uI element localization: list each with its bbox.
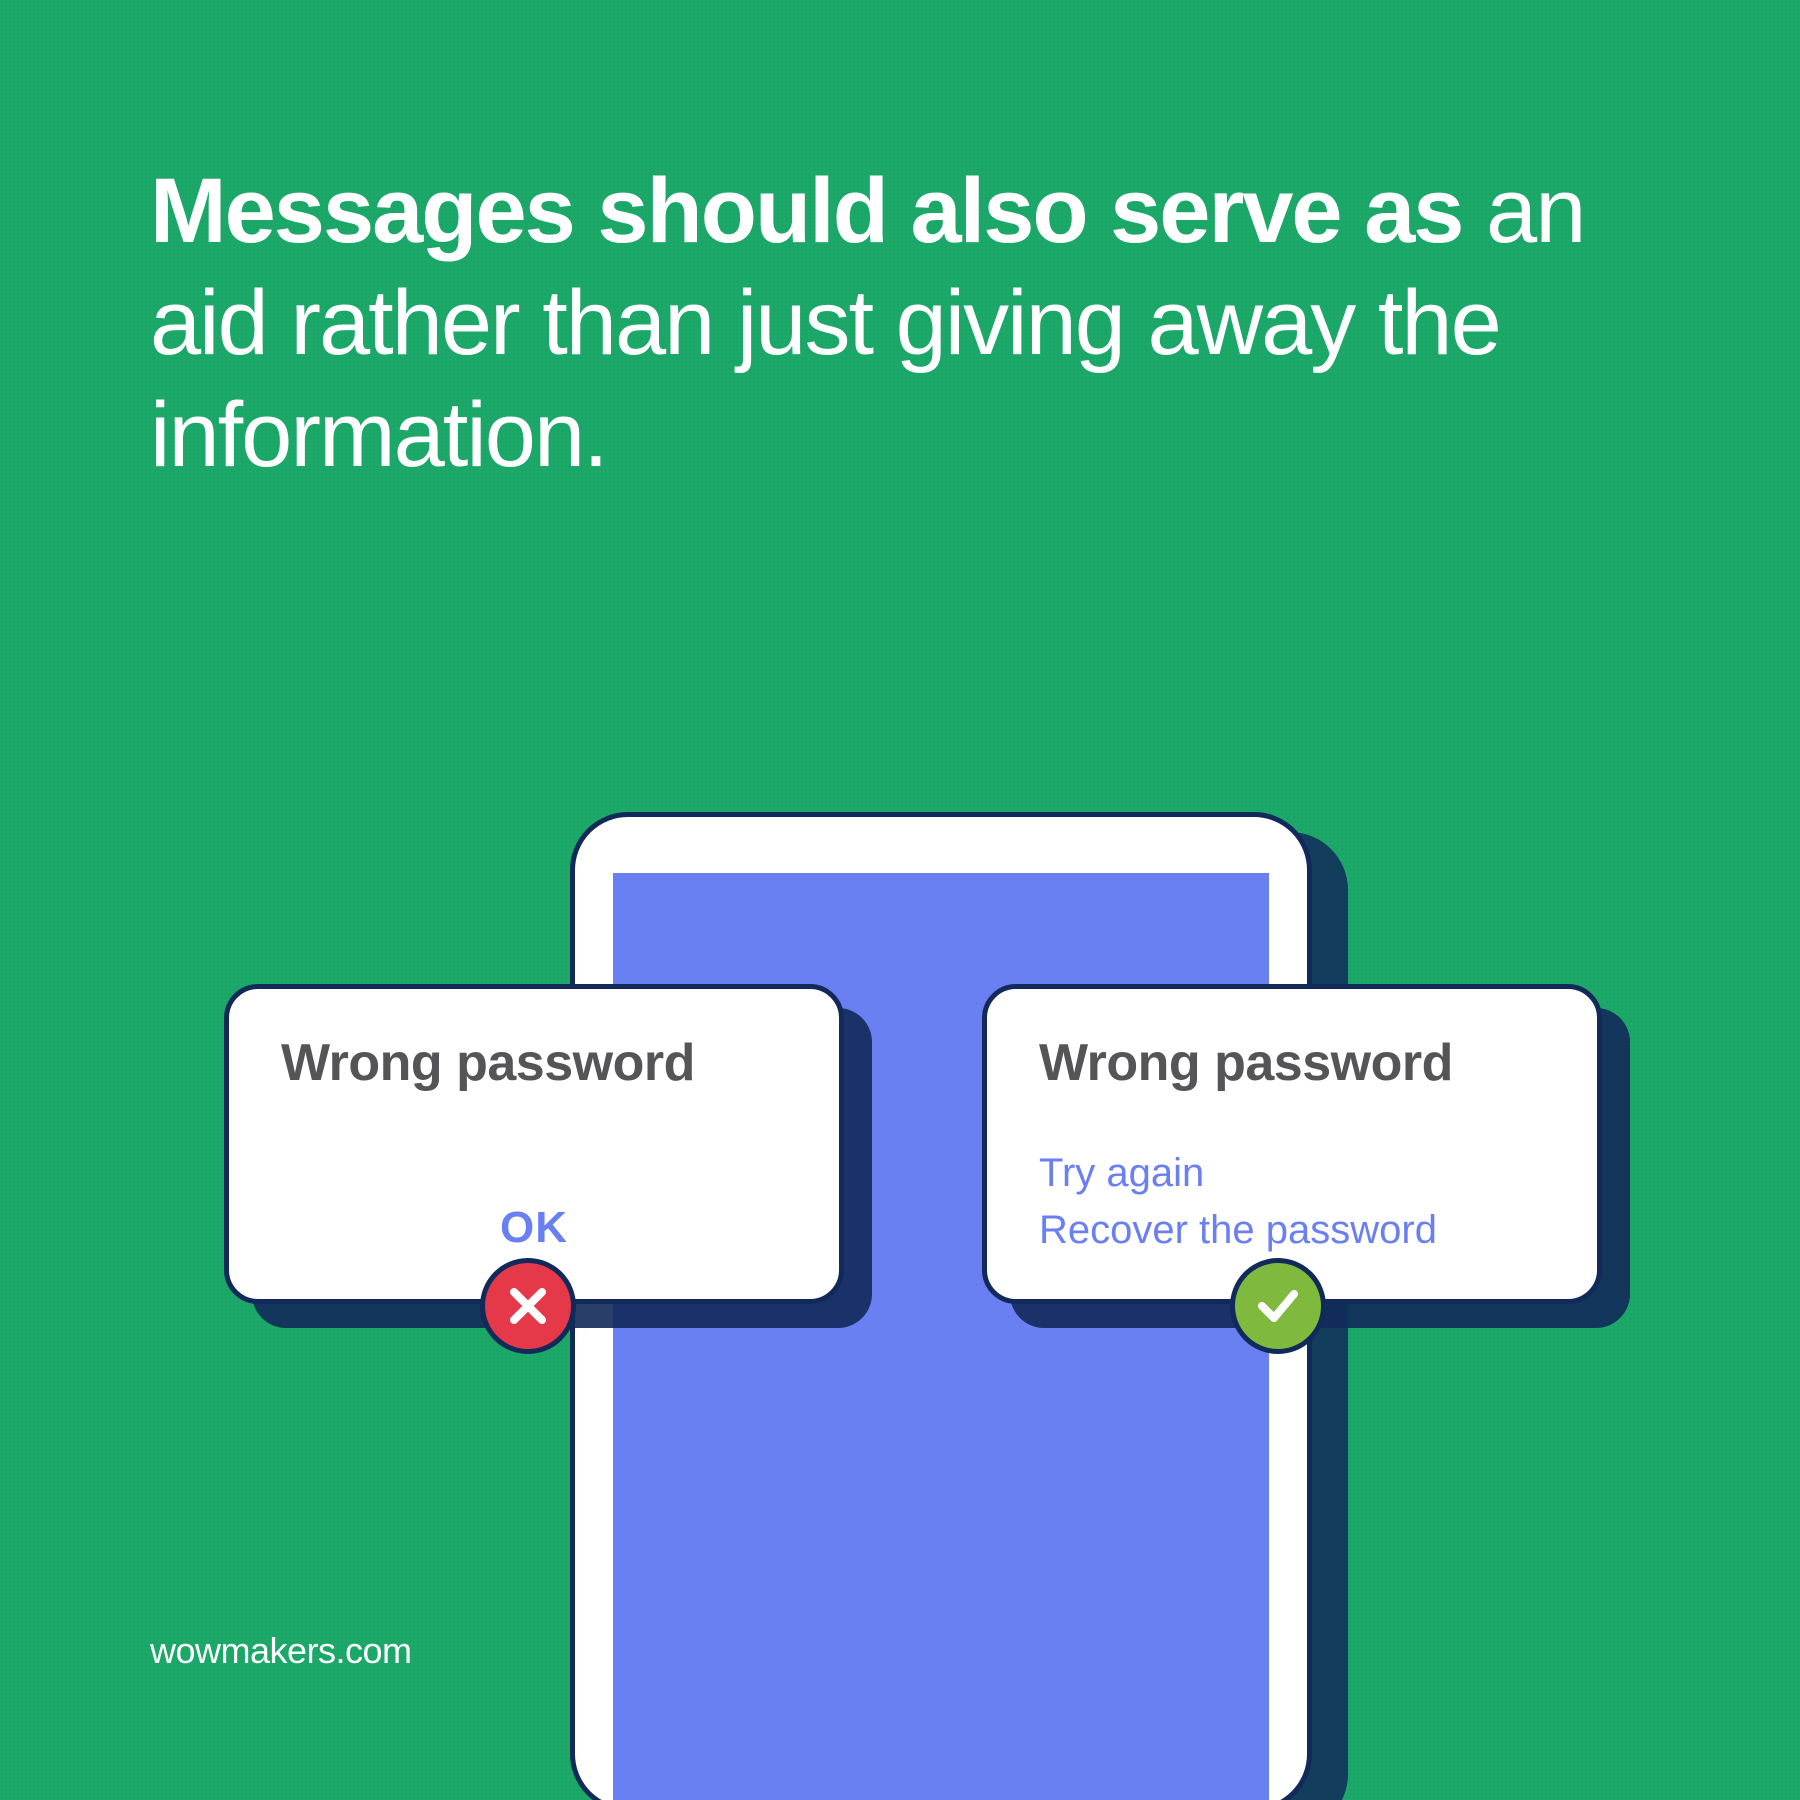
dialog-good: Wrong password Try again Recover the pas… [982, 984, 1602, 1304]
recover-password-link[interactable]: Recover the password [1039, 1208, 1545, 1253]
footer-attribution: wowmakers.com [150, 1630, 412, 1672]
cross-icon [504, 1282, 552, 1330]
dialog-good-title: Wrong password [1039, 1033, 1545, 1093]
headline-bold: Messages should also serve as [150, 160, 1462, 262]
try-again-link[interactable]: Try again [1039, 1151, 1545, 1196]
dialog-bad-title: Wrong password [281, 1033, 787, 1093]
check-icon [1254, 1282, 1302, 1330]
dialog-good-links: Try again Recover the password [1039, 1151, 1545, 1253]
good-indicator-icon [1230, 1258, 1326, 1354]
headline: Messages should also serve as an aid rat… [150, 155, 1650, 492]
dialog-bad: Wrong password OK [224, 984, 844, 1304]
bad-indicator-icon [480, 1258, 576, 1354]
dialog-bad-ok-button[interactable]: OK [229, 1203, 839, 1253]
